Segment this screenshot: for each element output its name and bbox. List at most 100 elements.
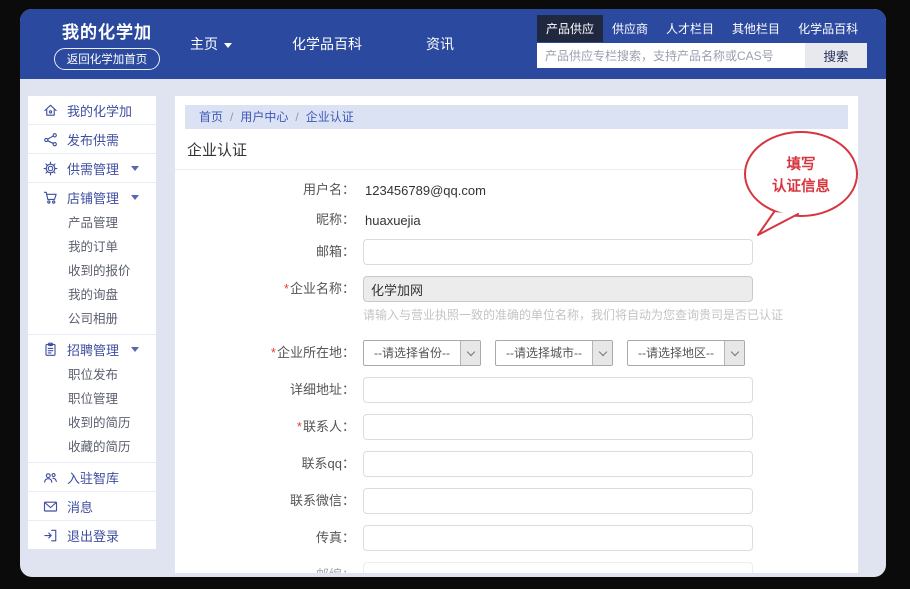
contact-person-label: *联系人： xyxy=(175,414,355,440)
chevron-down-icon xyxy=(131,347,139,352)
required-mark: * xyxy=(271,345,276,360)
form-row-company-location: *企业所在地： --请选择省份-- --请选择城市-- --请选择地区-- xyxy=(175,340,858,366)
search-tabs: 产品供应 供应商 人才栏目 其他栏目 化学品百科 xyxy=(537,15,867,42)
email-field[interactable] xyxy=(363,239,753,265)
fax-field[interactable] xyxy=(363,525,753,551)
sidebar-item-label: 退出登录 xyxy=(67,526,119,545)
username-value: 123456789@qq.com xyxy=(365,183,486,198)
district-select[interactable]: --请选择地区-- xyxy=(627,340,745,366)
sidebar-item-my-huaxuejia[interactable]: 我的化学加 xyxy=(28,96,156,124)
required-mark: * xyxy=(284,281,289,296)
top-header: 我的化学加 返回化学加首页 主页 化学品百科 资讯 产品供应 供应商 人才栏目 … xyxy=(20,9,886,79)
sidebar-item-label: 发布供需 xyxy=(67,130,119,149)
company-location-label: *企业所在地： xyxy=(175,340,355,366)
postcode-field[interactable] xyxy=(363,562,753,573)
annotation-line-2: 认证信息 xyxy=(772,177,830,195)
form-row-contact-person: *联系人： xyxy=(175,414,858,440)
search-input[interactable] xyxy=(537,43,805,68)
nav-news[interactable]: 资讯 xyxy=(426,34,454,54)
nickname-label: 昵称： xyxy=(175,209,355,231)
sidebar-subitem-received-resumes[interactable]: 收到的简历 xyxy=(28,411,156,435)
sidebar-item-label: 入驻智库 xyxy=(67,468,119,487)
chevron-down-icon xyxy=(131,166,139,171)
sidebar-item-supply-management[interactable]: 供需管理 xyxy=(28,154,156,182)
fax-label: 传真： xyxy=(175,525,355,551)
nav-news-label: 资讯 xyxy=(426,36,454,52)
sidebar-subitem-job-management[interactable]: 职位管理 xyxy=(28,387,156,411)
chevron-down-icon xyxy=(724,341,744,365)
sidebar-item-label: 消息 xyxy=(67,497,93,516)
search-tab-suppliers[interactable]: 供应商 xyxy=(603,15,657,42)
breadcrumb-home[interactable]: 首页 xyxy=(199,110,223,124)
nav-chemical-wiki[interactable]: 化学品百科 xyxy=(292,34,362,54)
sidebar-item-publish-supply[interactable]: 发布供需 xyxy=(28,125,156,153)
form-row-fax: 传真： xyxy=(175,525,858,551)
shop-submenu: 产品管理 我的订单 收到的报价 我的询盘 公司相册 xyxy=(28,211,156,334)
province-select[interactable]: --请选择省份-- xyxy=(363,340,481,366)
logout-icon xyxy=(43,528,58,543)
form-row-wechat: 联系微信： xyxy=(175,488,858,514)
sidebar-item-label: 招聘管理 xyxy=(67,340,119,359)
search-tab-wiki[interactable]: 化学品百科 xyxy=(789,15,867,42)
nav-chemical-wiki-label: 化学品百科 xyxy=(292,36,362,52)
chevron-down-icon xyxy=(224,43,232,48)
sidebar-item-shop-management[interactable]: 店铺管理 xyxy=(28,183,156,211)
search-button[interactable]: 搜索 xyxy=(805,43,867,68)
sidebar-subitem-product-management[interactable]: 产品管理 xyxy=(28,211,156,235)
nickname-value: huaxuejia xyxy=(365,213,421,228)
company-name-hint: 请输入与营业执照一致的准确的单位名称，我们将自动为您查询贵司是否已认证 xyxy=(363,306,783,323)
breadcrumb-user-center[interactable]: 用户中心 xyxy=(240,110,288,124)
username-label: 用户名： xyxy=(175,179,355,201)
qq-label: 联系qq： xyxy=(175,451,355,477)
breadcrumb-current: 企业认证 xyxy=(306,110,354,124)
email-label: 邮箱： xyxy=(175,239,355,265)
chevron-down-icon xyxy=(460,341,480,365)
wechat-field[interactable] xyxy=(363,488,753,514)
contact-person-field[interactable] xyxy=(363,414,753,440)
logo-block: 我的化学加 返回化学加首页 xyxy=(40,18,174,70)
sidebar: 我的化学加 发布供需 供需管理 店铺管理 产品管理 我的订 xyxy=(28,96,156,549)
sidebar-item-logout[interactable]: 退出登录 xyxy=(28,521,156,549)
share-icon xyxy=(43,132,58,147)
sidebar-item-think-tank[interactable]: 入驻智库 xyxy=(28,463,156,491)
mail-icon xyxy=(43,499,58,514)
required-mark: * xyxy=(297,419,302,434)
breadcrumb: 首页 / 用户中心 / 企业认证 xyxy=(185,105,848,129)
nav-home[interactable]: 主页 xyxy=(190,34,232,54)
search-tab-other[interactable]: 其他栏目 xyxy=(723,15,789,42)
address-label: 详细地址： xyxy=(175,377,355,403)
annotation-speech-bubble: 填写 认证信息 xyxy=(738,127,864,245)
form-row-postcode: 邮编： xyxy=(175,562,858,573)
sidebar-subitem-saved-resumes[interactable]: 收藏的简历 xyxy=(28,435,156,459)
qq-field[interactable] xyxy=(363,451,753,477)
clipboard-icon xyxy=(43,342,58,357)
postcode-label: 邮编： xyxy=(175,562,355,573)
form-row-address: 详细地址： xyxy=(175,377,858,403)
sidebar-item-messages[interactable]: 消息 xyxy=(28,492,156,520)
home-icon xyxy=(43,103,58,118)
company-name-field xyxy=(363,276,753,302)
search-tab-talent[interactable]: 人才栏目 xyxy=(657,15,723,42)
search-area: 产品供应 供应商 人才栏目 其他栏目 化学品百科 搜索 xyxy=(537,15,867,68)
chevron-down-icon xyxy=(131,195,139,200)
annotation-line-1: 填写 xyxy=(787,155,816,173)
breadcrumb-separator: / xyxy=(295,110,298,124)
sidebar-subitem-company-album[interactable]: 公司相册 xyxy=(28,307,156,331)
sidebar-item-label: 供需管理 xyxy=(67,159,119,178)
sidebar-item-recruit-management[interactable]: 招聘管理 xyxy=(28,335,156,363)
sidebar-subitem-received-quotes[interactable]: 收到的报价 xyxy=(28,259,156,283)
search-tab-products[interactable]: 产品供应 xyxy=(537,15,603,42)
back-home-button[interactable]: 返回化学加首页 xyxy=(54,48,161,70)
sidebar-subitem-my-orders[interactable]: 我的订单 xyxy=(28,235,156,259)
city-select[interactable]: --请选择城市-- xyxy=(495,340,613,366)
sidebar-subitem-my-inquiries[interactable]: 我的询盘 xyxy=(28,283,156,307)
nav-home-label: 主页 xyxy=(190,36,218,52)
sidebar-item-label: 店铺管理 xyxy=(67,188,119,207)
company-name-label: *企业名称： xyxy=(175,276,355,323)
sidebar-subitem-job-publish[interactable]: 职位发布 xyxy=(28,363,156,387)
chevron-down-icon xyxy=(592,341,612,365)
site-logo: 我的化学加 xyxy=(40,18,174,43)
address-field[interactable] xyxy=(363,377,753,403)
breadcrumb-separator: / xyxy=(230,110,233,124)
wechat-label: 联系微信： xyxy=(175,488,355,514)
